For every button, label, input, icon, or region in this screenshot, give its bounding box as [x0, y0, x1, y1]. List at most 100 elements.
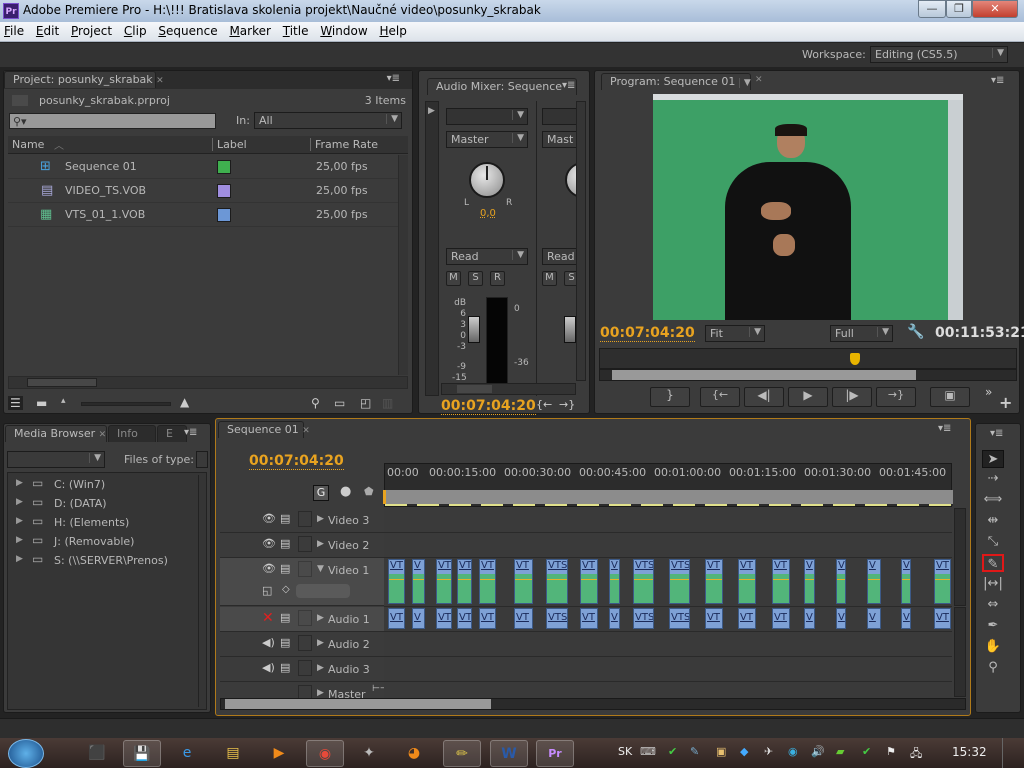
tab-effects[interactable]: E [157, 425, 187, 442]
go-to-out-button[interactable]: →} [876, 387, 916, 407]
zoom-out-icon[interactable]: ▴ [61, 396, 66, 406]
ripple-edit-tool-icon[interactable]: ⟺ [982, 491, 1004, 509]
tab-project[interactable]: Project: posunky_skrabak ✕ [4, 71, 164, 88]
column-frame-rate[interactable]: Frame Rate [310, 138, 378, 151]
firefox-icon[interactable]: ◕ [395, 740, 433, 767]
find-icon[interactable]: ⚲ [311, 396, 320, 410]
audio-clip[interactable]: VT [436, 608, 452, 629]
audio-clip[interactable]: VTS [633, 608, 654, 629]
playhead-marker[interactable] [850, 353, 860, 365]
expand-icon[interactable]: ▶ [16, 554, 23, 564]
satellite-icon[interactable]: ✈ [764, 745, 773, 758]
go-to-in-button[interactable]: {← [700, 387, 740, 407]
safely-remove-icon[interactable]: ✔ [668, 745, 677, 758]
rate-stretch-tool-icon[interactable]: ⤡ [982, 533, 1004, 551]
menu-sequence[interactable]: Sequence [154, 22, 221, 38]
audio-clip[interactable]: V [836, 608, 846, 629]
audio-clip[interactable]: V [901, 608, 911, 629]
pan-knob[interactable] [565, 162, 576, 198]
video-clip[interactable]: V [412, 559, 425, 604]
column-name[interactable]: Name [12, 138, 44, 151]
quality-dropdown[interactable]: Full ▼ [830, 325, 893, 342]
word-icon[interactable]: W [490, 740, 528, 767]
go-to-out-icon[interactable]: →} [559, 398, 575, 411]
menu-window[interactable]: Window [316, 22, 371, 38]
nvidia-icon[interactable]: ▰ [836, 745, 844, 758]
lock-toggle[interactable] [298, 511, 312, 527]
mark-in-button[interactable]: } [650, 387, 690, 407]
tray-app-icon[interactable]: ▣ [716, 745, 726, 758]
lock-toggle[interactable] [298, 635, 312, 651]
video-clip[interactable]: V [901, 559, 911, 604]
lock-toggle[interactable] [298, 561, 312, 577]
video-clip[interactable]: VT [479, 559, 496, 604]
volume-icon[interactable]: 🔊 [811, 745, 825, 758]
video-clip[interactable]: V [804, 559, 815, 604]
internet-explorer-icon[interactable]: e [168, 740, 206, 767]
track-select-tool-icon[interactable]: ⇢ [982, 470, 1004, 488]
zoom-dropdown[interactable]: Fit ▼ [705, 325, 765, 342]
sync-icon[interactable]: ◉ [788, 745, 798, 758]
pen-tool-icon[interactable]: ✒ [982, 617, 1004, 635]
menu-title[interactable]: Title [279, 22, 313, 38]
close-icon[interactable]: ✕ [755, 75, 763, 85]
video-clip[interactable]: VTS [669, 559, 690, 604]
automation-dropdown[interactable]: Read [542, 248, 576, 265]
tab-audio-mixer[interactable]: Audio Mixer: Sequence [427, 78, 577, 95]
security-icon[interactable]: ✔ [862, 745, 871, 758]
collapse-icon[interactable]: ▼ [317, 564, 324, 574]
new-item-icon[interactable]: ◰ [360, 396, 371, 410]
hand-tool-icon[interactable]: ✋ [982, 638, 1004, 656]
audio-clip[interactable]: VT [479, 608, 496, 629]
program-playhead-timecode[interactable]: 00:07:04:20 [600, 325, 695, 342]
video-clip[interactable]: V [609, 559, 620, 604]
new-bin-icon[interactable]: ▭ [334, 396, 345, 410]
program-video-frame[interactable] [653, 94, 963, 320]
video-tracks-scrollbar[interactable] [954, 508, 966, 606]
panel-menu-icon[interactable]: ▾≣ [938, 423, 951, 434]
wrench-icon[interactable]: 🔧 [907, 324, 924, 340]
sync-lock-icon[interactable]: ▤ [280, 636, 290, 649]
add-button-icon[interactable]: + [999, 393, 1012, 412]
go-to-in-icon[interactable]: {← [536, 398, 552, 411]
mute-button[interactable]: M [542, 271, 557, 286]
marker-icon[interactable]: ⬟ [364, 485, 374, 498]
thumbnail-size-slider[interactable] [81, 402, 171, 406]
search-input[interactable]: ⚲▾ [9, 113, 216, 129]
audio-clip[interactable]: V [867, 608, 881, 629]
track-dropdown[interactable]: Mast [542, 131, 576, 148]
speaker-icon[interactable]: ◀) [262, 636, 275, 649]
mixer-timecode[interactable]: 00:07:04:20 [441, 398, 536, 415]
audio-clip[interactable]: VT [514, 608, 533, 629]
vpn-icon[interactable]: ◆ [740, 745, 748, 758]
audio-clip[interactable]: V [412, 608, 425, 629]
audio-clip[interactable]: VTS [669, 608, 690, 629]
keyframe-icon[interactable]: ◇ [282, 584, 290, 595]
time-ruler[interactable]: 00:00 00:00:15:00 00:00:30:00 00:00:45:0… [383, 463, 953, 507]
audio-clip[interactable]: VT [738, 608, 756, 629]
video-clip[interactable]: VT [934, 559, 951, 604]
audio-clip[interactable]: VT [388, 608, 405, 629]
network-icon[interactable]: 🖧 [910, 745, 922, 764]
volume-fader[interactable] [468, 316, 480, 343]
paint-icon[interactable]: ✏ [443, 740, 481, 767]
marker-bulb-icon[interactable]: ● [340, 484, 351, 499]
effect-dropdown[interactable]: ▼ [446, 108, 528, 125]
expand-icon[interactable]: ▶ [317, 663, 324, 673]
adobe-reader-icon[interactable]: ⬛ [78, 740, 116, 767]
video-clip[interactable]: VT [772, 559, 790, 604]
step-back-button[interactable]: ◀| [744, 387, 784, 407]
track-area[interactable]: VT VT V V VT VT VT VT VT VT VT VT VTS VTS VT VT V V VTS VTS… [384, 508, 952, 698]
media-player-icon[interactable]: ▶ [260, 740, 298, 767]
chrome-icon[interactable]: ◉ [306, 740, 344, 767]
audio-clip[interactable]: VT [580, 608, 598, 629]
expand-icon[interactable]: ▶ [426, 106, 435, 116]
expand-icon[interactable]: ▶ [317, 613, 324, 623]
location-dropdown[interactable]: ▼ [7, 451, 105, 468]
tab-media-browser[interactable]: Media Browser ✕ [5, 425, 107, 442]
rolling-edit-tool-icon[interactable]: ⇹ [982, 512, 1004, 530]
effect-dropdown[interactable] [542, 108, 576, 125]
eye-icon[interactable]: 👁 [262, 562, 276, 575]
slide-tool-icon[interactable]: ⇔ [982, 596, 1004, 614]
sync-lock-icon[interactable]: ▤ [280, 661, 290, 674]
